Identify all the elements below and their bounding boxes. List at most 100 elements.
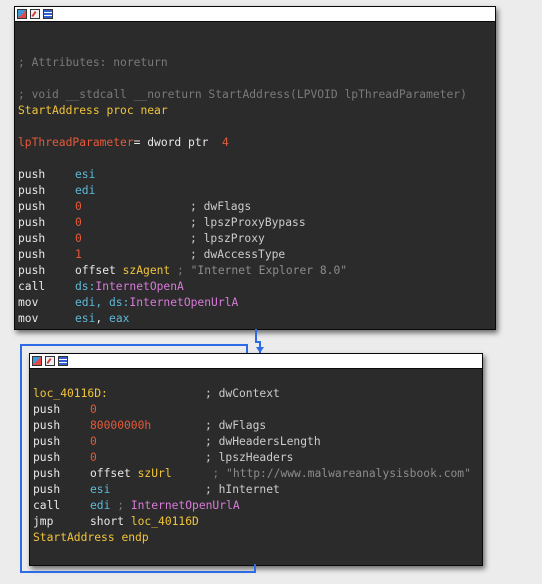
symbol-name: szUrl [137,467,172,480]
operand-comment: ; lpszHeaders [205,451,294,464]
proc-keyword: proc near [106,104,168,117]
proc-keyword: endp [121,531,149,544]
location-label: loc_40116D: [33,387,108,400]
code-line[interactable]: StartAddress proc near [18,103,495,119]
graph-node-loc-40116d[interactable]: loc_40116D: ; dwContext push 0 push 80000000h… [29,353,483,566]
code-line[interactable]: lpThreadParameter= dword ptr 4 [18,135,495,151]
mnemonic: push [33,403,61,416]
api-name: InternetOpenUrlA [130,499,240,512]
code-line[interactable]: push esi [18,167,495,183]
mnemonic: push [33,435,61,448]
operand: 0 [90,451,97,464]
operand: 0 [75,200,82,213]
segment-prefix: , ds: [95,296,130,309]
code-line[interactable]: push 0 ; lpszProxyBypass [18,215,495,231]
code-line[interactable]: call ds:InternetOpenA [18,279,495,295]
operand: 1 [75,248,82,261]
code-line[interactable]: ; void __stdcall __noreturn StartAddress… [18,87,495,103]
operand-comment: ; dwFlags [190,200,252,213]
jump-target: loc_40116D [130,515,199,528]
graph-view-icon[interactable] [32,356,42,366]
code-line[interactable]: push offset szUrl ; "http://www.malwarean… [33,466,482,482]
code-line[interactable] [18,23,495,39]
register: esi [75,312,96,325]
code-line[interactable]: mov esi, eax [18,311,495,327]
node-titlebar [15,7,495,22]
code-line[interactable]: push 0 ; lpszProxy [18,231,495,247]
offset-keyword: offset [90,467,138,480]
code-line[interactable]: push 0 [33,402,482,418]
list-view-icon[interactable] [43,9,53,19]
mnemonic: jmp [33,515,54,528]
code-line[interactable]: push edi [18,183,495,199]
operand: 0 [75,232,82,245]
mnemonic: push [33,451,61,464]
code-line[interactable]: push offset szAgent ; "Internet Explorer … [18,263,495,279]
api-name: InternetOpenUrlA [129,296,239,309]
offset-keyword: offset [75,264,123,277]
var-offset: 4 [222,136,229,149]
operand: offset szAgent ; "Internet Explorer 8.0" [75,263,347,279]
graph-node-start-address[interactable]: ; Attributes: noreturn ; void __stdcall _… [14,6,496,330]
string-comment: "http://www.malwareanalysisbook.com" [226,467,471,480]
code-line[interactable]: ; Attributes: noreturn [18,55,495,71]
mnemonic: push [18,232,46,245]
operand: esi [75,168,96,181]
register: edi [75,296,96,309]
code-line[interactable]: call edi ; InternetOpenUrlA [33,498,482,514]
operand: 0 [90,435,97,448]
code-line[interactable]: push 0 ; dwFlags [18,199,495,215]
operand: offset szUrl ; "http://www.malwareanalys… [90,466,471,482]
operand-comment: ; dwFlags [205,419,267,432]
code-line[interactable]: StartAddress endp [33,530,482,546]
operand-comment: ; dwHeadersLength [205,435,321,448]
loop-edge [254,564,256,573]
disassembly-code: loc_40116D: ; dwContext push 0 push 80000000h… [30,369,482,546]
operand: edi [75,184,96,197]
code-line[interactable]: push 0 ; lpszHeaders [33,450,482,466]
operand: 0 [90,403,97,416]
register: edi [90,499,111,512]
operand: edi ; InternetOpenUrlA [90,498,240,514]
operand-comment: ; lpszProxy [190,232,265,245]
comment-separator: ; [170,264,191,277]
loop-edge [20,344,248,346]
operand-comment: ; dwContext [205,387,280,400]
api-name: InternetOpenA [95,280,184,293]
code-line[interactable]: push 1 ; dwAccessType [18,247,495,263]
code-line[interactable]: push esi ; hInternet [33,482,482,498]
operand: edi, ds:InternetOpenUrlA [75,295,238,311]
arrow-head [256,347,264,353]
separator: , [95,312,110,325]
comment-separator: ; [171,467,227,480]
mnemonic: push [33,419,61,432]
loop-edge [20,571,256,573]
var-name: lpThreadParameter [18,136,134,149]
operand: 0 [75,216,82,229]
code-line[interactable] [18,151,495,167]
operand: esi [90,483,111,496]
code-line[interactable] [18,71,495,87]
code-line[interactable]: push 0 ; dwHeadersLength [33,434,482,450]
node-titlebar [30,354,482,369]
code-line[interactable] [18,39,495,55]
mnemonic: push [18,200,46,213]
code-line[interactable]: loc_40116D: ; dwContext [33,386,482,402]
mnemonic: call [18,280,46,293]
edit-color-icon[interactable] [45,356,55,366]
operand: esi, eax [75,311,129,327]
mnemonic: push [18,168,46,181]
code-line[interactable]: jmp short loc_40116D [33,514,482,530]
mnemonic: push [18,184,46,197]
list-view-icon[interactable] [58,356,68,366]
comment-text: ; Attributes: noreturn [18,56,168,69]
mnemonic: push [33,467,61,480]
var-type: = dword ptr [133,136,223,149]
code-line[interactable] [33,370,482,386]
code-line[interactable]: push 80000000h ; dwFlags [33,418,482,434]
graph-view-icon[interactable] [17,9,27,19]
loop-edge [20,344,22,572]
edit-color-icon[interactable] [30,9,40,19]
code-line[interactable] [18,119,495,135]
code-line[interactable]: mov edi, ds:InternetOpenUrlA [18,295,495,311]
